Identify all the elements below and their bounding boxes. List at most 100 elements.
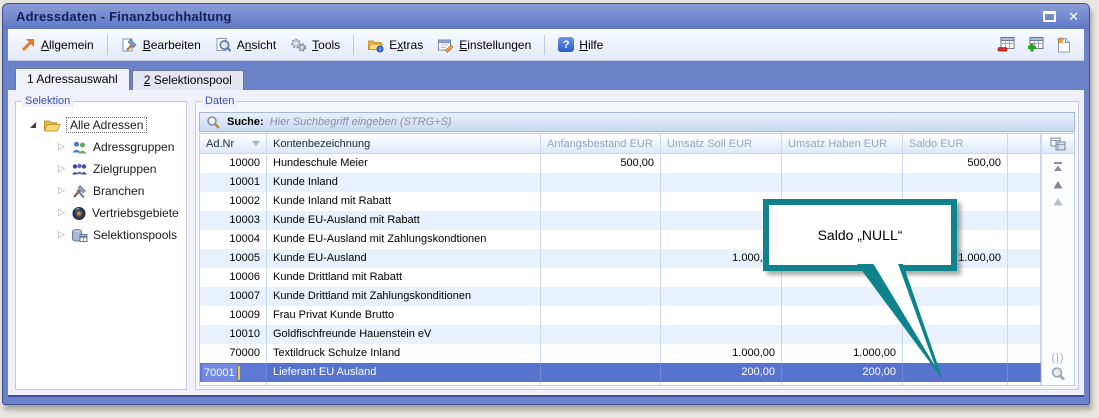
column-header-umsatz-soll[interactable]: Umsatz Soll EUR: [661, 134, 782, 153]
cell-haben[interactable]: [782, 173, 903, 192]
cell-name[interactable]: Lieferant Drittland: [267, 382, 541, 385]
menu-allgemein[interactable]: Allgemein: [14, 34, 100, 56]
cell-adnr[interactable]: 10000: [200, 154, 267, 173]
cell-anf[interactable]: [541, 268, 661, 287]
cell-adnr[interactable]: 10005: [200, 249, 267, 268]
cell-soll[interactable]: 200,00: [661, 363, 782, 382]
menu-bearbeiten[interactable]: Bearbeiten: [115, 34, 207, 56]
cell-adnr[interactable]: 10010: [200, 325, 267, 344]
hammer-icon: [121, 37, 138, 53]
cell-adnr[interactable]: 10001: [200, 173, 267, 192]
cell-anf[interactable]: [541, 344, 661, 363]
column-picker-button[interactable]: [1042, 134, 1074, 154]
cell-saldo[interactable]: [903, 173, 1008, 192]
tree-item-alle-adressen[interactable]: Alle Adressen: [18, 114, 184, 136]
close-icon[interactable]: ✕: [1068, 11, 1079, 22]
cell-adnr[interactable]: 10007: [200, 287, 267, 306]
cell-name[interactable]: Kunde Drittland mit Zahlungskonditionen: [267, 287, 541, 306]
folder-open-icon: [43, 118, 61, 133]
cell-anf[interactable]: [541, 230, 661, 249]
scroll-up-page-icon[interactable]: [1051, 197, 1065, 207]
cell-soll[interactable]: [661, 173, 782, 192]
expanded-arrow-icon[interactable]: [30, 122, 36, 128]
tree-item-vertriebsgebiete[interactable]: ▷ Vertriebsgebiete: [18, 202, 184, 224]
search-bar[interactable]: Suche: Hier Suchbegriff eingeben (STRG+S…: [199, 112, 1075, 132]
cell-name[interactable]: Goldfischfreunde Hauenstein eV: [267, 325, 541, 344]
scroll-to-top-icon[interactable]: [1051, 161, 1065, 173]
cell-soll[interactable]: [661, 382, 782, 385]
tab-adressauswahl[interactable]: 1 Adressauswahl: [15, 68, 130, 90]
cell-soll[interactable]: [661, 306, 782, 325]
column-header-umsatz-haben[interactable]: Umsatz Haben EUR: [782, 134, 903, 153]
cell-name[interactable]: Kunde Inland mit Rabatt: [267, 192, 541, 211]
table-add-icon[interactable]: [1026, 36, 1046, 54]
cell-name[interactable]: Hundeschule Meier: [267, 154, 541, 173]
table-row[interactable]: 10001Kunde Inland: [200, 173, 1041, 192]
cell-adnr[interactable]: 70000: [200, 344, 267, 363]
collapsed-arrow-icon[interactable]: ▷: [58, 142, 66, 152]
cell-name[interactable]: Kunde Drittland mit Rabatt: [267, 268, 541, 287]
cell-name[interactable]: Kunde EU-Ausland mit Zahlungskondtionen: [267, 230, 541, 249]
cell-soll[interactable]: 1.000,00: [661, 344, 782, 363]
collapsed-arrow-icon[interactable]: ▷: [58, 186, 66, 196]
cell-name[interactable]: Kunde Inland: [267, 173, 541, 192]
collapsed-arrow-icon[interactable]: ▷: [58, 164, 66, 174]
cell-name[interactable]: Kunde EU-Ausland mit Rabatt: [267, 211, 541, 230]
cell-name[interactable]: Lieferant EU Ausland: [267, 363, 541, 382]
cell-anf[interactable]: 500,00: [541, 154, 661, 173]
tree-item-branchen[interactable]: ▷ Branchen: [18, 180, 184, 202]
menu-tools[interactable]: Tools: [284, 34, 346, 56]
tree-item-selektionspools[interactable]: ▷ Selektionspools: [18, 224, 184, 246]
scroll-up-icon[interactable]: [1051, 180, 1065, 190]
cell-soll[interactable]: [661, 154, 782, 173]
table-remove-icon[interactable]: [997, 36, 1017, 54]
tab-selektionspool[interactable]: 2 Selektionspool: [132, 70, 244, 90]
menu-hilfe[interactable]: ? Hilfe: [552, 34, 609, 55]
cell-anf[interactable]: [541, 192, 661, 211]
cell-soll[interactable]: [661, 325, 782, 344]
cell-anf[interactable]: [541, 306, 661, 325]
tree-item-zielgruppen[interactable]: ▷ Zielgruppen: [18, 158, 184, 180]
cell-soll[interactable]: [661, 287, 782, 306]
column-header-adnr[interactable]: Ad.Nr: [200, 134, 267, 153]
desktop: { "window": { "title": "Adressdaten - Fi…: [0, 0, 1099, 418]
address-groups-icon: [71, 140, 88, 155]
collapsed-arrow-icon[interactable]: ▷: [58, 208, 66, 218]
cell-anf[interactable]: [541, 325, 661, 344]
menu-ansicht[interactable]: Ansicht: [209, 34, 282, 56]
cell-adnr[interactable]: 10009: [200, 306, 267, 325]
column-picker-icon: [1050, 137, 1066, 151]
cell-anf[interactable]: [541, 211, 661, 230]
column-header-anfangsbestand[interactable]: Anfangsbestand EUR: [541, 134, 661, 153]
selection-pools-icon: [71, 228, 88, 243]
cell-adnr[interactable]: 10006: [200, 268, 267, 287]
cell-anf[interactable]: [541, 249, 661, 268]
cell-name[interactable]: Kunde EU-Ausland: [267, 249, 541, 268]
table-row[interactable]: 10000Hundeschule Meier500,00500,00: [200, 154, 1041, 173]
zoom-icon[interactable]: [1050, 366, 1067, 382]
industries-icon: [71, 184, 88, 199]
cell-anf[interactable]: [541, 382, 661, 385]
tree-item-adressgruppen[interactable]: ▷ Adressgruppen: [18, 136, 184, 158]
record-indicator-icon[interactable]: (|): [1051, 352, 1064, 364]
menu-extras[interactable]: i Extras: [361, 34, 429, 56]
folder-icon: i: [367, 37, 384, 53]
cell-anf[interactable]: [541, 173, 661, 192]
cell-anf[interactable]: [541, 287, 661, 306]
new-record-icon[interactable]: [1055, 36, 1072, 54]
cell-adnr[interactable]: 70002: [200, 382, 267, 385]
cell-adnr[interactable]: 70001: [200, 363, 267, 382]
cell-adnr[interactable]: 10002: [200, 192, 267, 211]
menu-einstellungen[interactable]: Einstellungen: [431, 34, 537, 56]
column-header-kontenbezeichnung[interactable]: Kontenbezeichnung: [267, 134, 541, 153]
collapsed-arrow-icon[interactable]: ▷: [58, 230, 66, 240]
cell-name[interactable]: Textildruck Schulze Inland: [267, 344, 541, 363]
cell-adnr[interactable]: 10004: [200, 230, 267, 249]
cell-name[interactable]: Frau Privat Kunde Brutto: [267, 306, 541, 325]
column-header-saldo[interactable]: Saldo EUR: [903, 134, 1008, 153]
cell-anf[interactable]: [541, 363, 661, 382]
restore-icon[interactable]: [1043, 11, 1056, 22]
cell-saldo[interactable]: 500,00: [903, 154, 1008, 173]
cell-adnr[interactable]: 10003: [200, 211, 267, 230]
cell-haben[interactable]: [782, 154, 903, 173]
